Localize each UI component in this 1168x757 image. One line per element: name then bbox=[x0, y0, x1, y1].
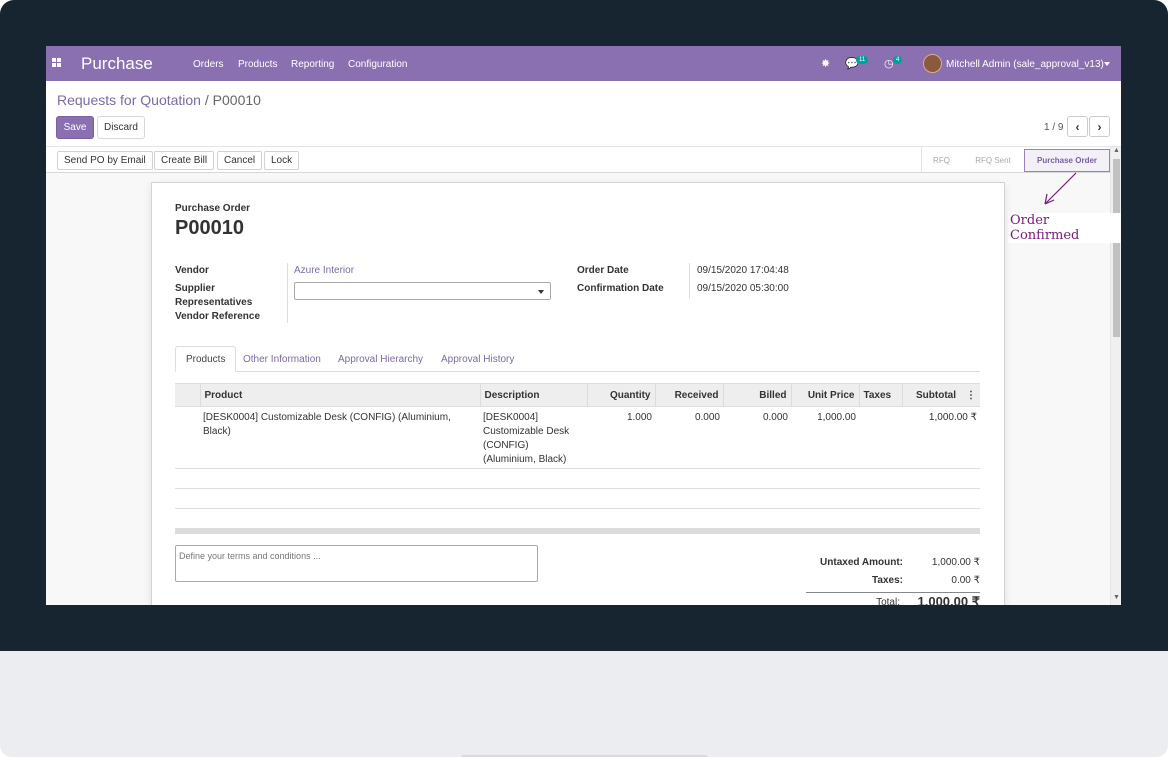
user-menu-caret-icon[interactable] bbox=[1104, 62, 1110, 66]
row-handle bbox=[175, 407, 200, 472]
pager-previous-button[interactable]: ‹ bbox=[1067, 116, 1088, 137]
pager-next-button[interactable]: › bbox=[1089, 116, 1110, 137]
column-header-subtotal[interactable]: Subtotal ⋮ bbox=[902, 383, 980, 407]
order-confirmed-annotation: Order Confirmed bbox=[1008, 213, 1121, 243]
confirmation-date-label: Confirmation Date bbox=[577, 283, 664, 294]
untaxed-amount-value: 1,000.00 ₹ bbox=[931, 557, 980, 568]
line-unit-price[interactable]: 1,000.00 bbox=[791, 407, 859, 472]
dropdown-caret-icon bbox=[538, 290, 544, 294]
row-divider bbox=[175, 488, 980, 489]
column-header-unit-price[interactable]: Unit Price bbox=[791, 383, 860, 407]
line-description[interactable]: [DESK0004] Customizable Desk (CONFIG) (A… bbox=[480, 407, 587, 472]
row-handle-header bbox=[175, 383, 201, 407]
cancel-button[interactable]: Cancel bbox=[217, 151, 263, 170]
column-header-billed[interactable]: Billed bbox=[723, 383, 792, 407]
scrollbar-thumb[interactable] bbox=[1113, 159, 1120, 337]
apps-menu-icon[interactable] bbox=[52, 58, 62, 68]
vendor-label: Vendor bbox=[175, 265, 209, 276]
line-quantity[interactable]: 1.000 bbox=[587, 407, 655, 472]
breadcrumb-current: P00010 bbox=[212, 92, 261, 108]
create-bill-button[interactable]: Create Bill bbox=[154, 151, 215, 170]
supplier-rep-label-2: Representatives bbox=[175, 297, 253, 308]
app-title: Purchase bbox=[81, 54, 153, 73]
field-divider bbox=[287, 263, 288, 323]
debug-bug-icon[interactable]: ✸ bbox=[821, 57, 830, 70]
line-product[interactable]: [DESK0004] Customizable Desk (CONFIG) (A… bbox=[200, 407, 480, 472]
app-screen: Purchase Orders Products Reporting Confi… bbox=[46, 46, 1121, 605]
stage-rfq: RFQ bbox=[921, 147, 961, 173]
vendor-link[interactable]: Azure Interior bbox=[294, 265, 354, 276]
discard-button[interactable]: Discard bbox=[97, 116, 145, 139]
subtotal-header-label: Subtotal bbox=[916, 389, 956, 401]
user-menu[interactable]: Mitchell Admin (sale_approval_v13) bbox=[946, 59, 1104, 70]
row-divider bbox=[175, 508, 980, 509]
scroll-up-icon[interactable]: ▲ bbox=[1113, 147, 1120, 154]
tab-products[interactable]: Products bbox=[175, 346, 237, 372]
monitor-chin bbox=[0, 651, 1168, 757]
optional-columns-icon[interactable]: ⋮ bbox=[966, 390, 976, 401]
menu-configuration[interactable]: Configuration bbox=[348, 59, 407, 70]
table-footer bbox=[175, 528, 980, 534]
form-sheet: Purchase Order P00010 Vendor Azure Inter… bbox=[151, 182, 1005, 605]
vendor-reference-label: Vendor Reference bbox=[175, 311, 261, 322]
totals-divider bbox=[806, 592, 980, 593]
stage-rfq-sent: RFQ Sent bbox=[975, 155, 1011, 165]
supplier-representatives-select[interactable] bbox=[294, 282, 551, 300]
column-header-description[interactable]: Description bbox=[480, 383, 588, 407]
line-subtotal: 1,000.00 ₹ bbox=[928, 412, 977, 423]
breadcrumb-parent-link[interactable]: Requests for Quotation bbox=[57, 92, 201, 108]
document-name: P00010 bbox=[175, 217, 244, 239]
confirmation-date-value: 09/15/2020 05:30:00 bbox=[697, 283, 789, 294]
menu-orders[interactable]: Orders bbox=[193, 59, 224, 70]
top-navbar: Purchase Orders Products Reporting Confi… bbox=[46, 46, 1121, 81]
pager-value[interactable]: 1 / 9 bbox=[1044, 122, 1063, 133]
tab-approval-hierarchy[interactable]: Approval Hierarchy bbox=[328, 346, 433, 372]
column-header-received[interactable]: Received bbox=[655, 383, 724, 407]
lock-button[interactable]: Lock bbox=[264, 151, 300, 170]
line-billed[interactable]: 0.000 bbox=[723, 407, 791, 472]
messages-count-badge: 11 bbox=[856, 56, 869, 64]
tab-approval-history[interactable]: Approval History bbox=[431, 346, 524, 372]
untaxed-amount-label: Untaxed Amount: bbox=[820, 557, 903, 568]
menu-reporting[interactable]: Reporting bbox=[291, 59, 334, 70]
column-header-product[interactable]: Product bbox=[200, 383, 481, 407]
user-avatar[interactable] bbox=[923, 54, 942, 73]
stage-purchase-order: Purchase Order bbox=[1024, 149, 1110, 172]
total-value: 1,000.00 ₹ bbox=[917, 594, 981, 605]
field-divider bbox=[689, 263, 690, 299]
table-row[interactable]: [DESK0004] Customizable Desk (CONFIG) (A… bbox=[175, 407, 980, 472]
taxes-label: Taxes: bbox=[872, 575, 903, 586]
breadcrumb-separator: / bbox=[204, 92, 209, 108]
annotation-arrow-icon bbox=[1044, 172, 1077, 205]
scroll-down-icon[interactable]: ▼ bbox=[1113, 594, 1120, 601]
terms-conditions-input[interactable]: Define your terms and conditions ... bbox=[175, 545, 538, 582]
order-lines-table: Product Description Quantity Received Bi… bbox=[175, 383, 980, 471]
line-taxes[interactable] bbox=[859, 407, 902, 472]
activities-count-badge: 4 bbox=[893, 56, 903, 64]
total-label: Total: bbox=[876, 597, 900, 605]
menu-products[interactable]: Products bbox=[238, 59, 277, 70]
taxes-value: 0.00 ₹ bbox=[951, 575, 980, 586]
table-header-row: Product Description Quantity Received Bi… bbox=[175, 383, 980, 407]
order-date-label: Order Date bbox=[577, 265, 629, 276]
line-received[interactable]: 0.000 bbox=[655, 407, 723, 472]
send-po-email-button[interactable]: Send PO by Email bbox=[57, 151, 153, 170]
status-bar: Send PO by Email Create Bill Cancel Lock… bbox=[46, 146, 1121, 173]
column-header-quantity[interactable]: Quantity bbox=[587, 383, 656, 407]
document-type-label: Purchase Order bbox=[175, 203, 251, 214]
breadcrumb: Requests for Quotation / P00010 bbox=[57, 92, 261, 108]
column-header-taxes[interactable]: Taxes bbox=[859, 383, 903, 407]
supplier-rep-label: Supplier bbox=[175, 283, 216, 294]
tab-other-information[interactable]: Other Information bbox=[233, 346, 331, 372]
save-button[interactable]: Save bbox=[56, 116, 94, 139]
order-date-value: 09/15/2020 17:04:48 bbox=[697, 265, 789, 276]
row-divider bbox=[175, 468, 980, 469]
notebook-tabs: Products Other Information Approval Hier… bbox=[175, 346, 980, 372]
